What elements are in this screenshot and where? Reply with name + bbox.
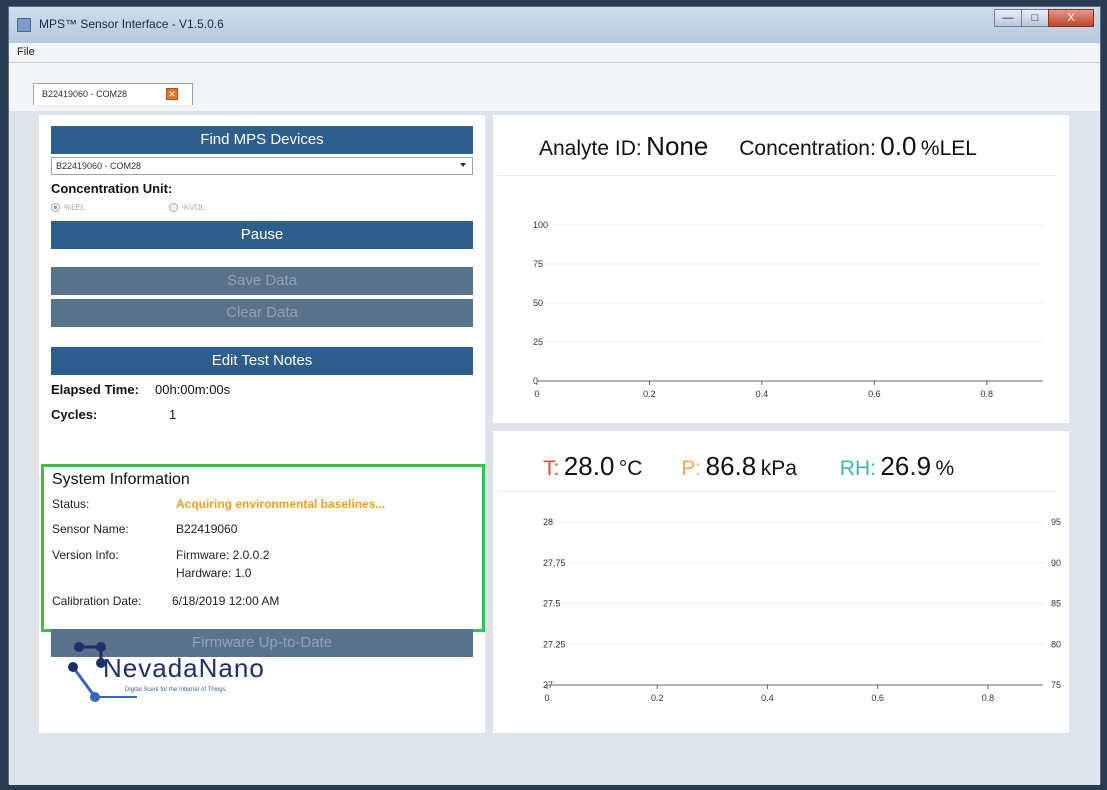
y2-tick-label: 75 [1051, 680, 1061, 690]
device-select-value: B22419060 - COM28 [56, 161, 142, 171]
elapsed-time-value: 00h:00m:00s [155, 382, 231, 397]
radio-lel[interactable] [51, 203, 60, 212]
radio-lel-label: %LEL [64, 203, 86, 212]
y-tick-label: 100 [533, 220, 548, 230]
edit-test-notes-button[interactable]: Edit Test Notes [51, 347, 473, 375]
tab-device[interactable]: B22419060 - COM28 ✕ [33, 83, 193, 105]
radio-vol-label: %VOL [182, 203, 206, 212]
tab-close-icon[interactable]: ✕ [166, 88, 178, 100]
tab-strip: B22419060 - COM28 ✕ [9, 63, 1100, 111]
x-tick-label: 0.4 [756, 389, 769, 399]
status-label: Status: [52, 497, 90, 511]
x-tick-label: 0.8 [981, 389, 994, 399]
device-select[interactable]: B22419060 - COM28 [51, 157, 473, 175]
chevron-down-icon [460, 163, 466, 167]
version-info-label: Version Info: [52, 548, 119, 562]
close-button[interactable]: X [1048, 9, 1094, 27]
tab-label: B22419060 - COM28 [42, 89, 128, 99]
system-information-title: System Information [52, 471, 190, 488]
pause-button[interactable]: Pause [51, 221, 473, 249]
app-icon [17, 18, 31, 32]
x-tick-label: 0.4 [761, 693, 774, 703]
x-tick-label: 0 [544, 693, 549, 703]
x-tick-label: 0.6 [871, 693, 884, 703]
window-title: MPS™ Sensor Interface - V1.5.0.6 [39, 17, 224, 31]
cycles-label: Cycles: [51, 407, 98, 422]
sensor-name-label: Sensor Name: [52, 522, 129, 536]
menu-file[interactable]: File [17, 46, 35, 58]
y-tick-label: 50 [533, 298, 543, 308]
y-tick-label: 25 [533, 337, 543, 347]
menu-bar: File [9, 43, 1100, 63]
y2-tick-label: 90 [1051, 558, 1061, 568]
status-value: Acquiring environmental baselines... [176, 497, 386, 511]
find-devices-button[interactable]: Find MPS Devices [51, 126, 473, 154]
y2-tick-label: 80 [1051, 639, 1061, 649]
nevadanano-logo: NevadaNano Digital Scent for the Interne… [67, 637, 307, 709]
elapsed-time-label: Elapsed Time: [51, 382, 139, 397]
y-tick-label: 27.25 [543, 639, 566, 649]
x-tick-label: 0.2 [651, 693, 664, 703]
control-panel: Find MPS Devices B22419060 - COM28 Conce… [39, 115, 485, 733]
clear-data-button[interactable]: Clear Data [51, 299, 473, 327]
concentration-chart: 02550751000 0.2 0.4 0.6 0.8 [533, 220, 1043, 399]
y-tick-label: 75 [533, 259, 543, 269]
calibration-date-label: Calibration Date: [52, 594, 142, 608]
maximize-button[interactable]: □ [1021, 9, 1049, 27]
sensor-name-value: B22419060 [176, 522, 238, 536]
y-tick-label: 27.75 [543, 558, 566, 568]
y-tick-label: 27.5 [543, 599, 561, 609]
title-bar[interactable]: MPS™ Sensor Interface - V1.5.0.6 — □ X [9, 7, 1100, 43]
concentration-chart-panel: Analyte ID: None Concentration: 0.0 %LEL… [493, 115, 1069, 423]
calibration-date-value: 6/18/2019 12:00 AM [172, 594, 280, 608]
x-tick-label: 0.8 [982, 693, 995, 703]
y2-tick-label: 85 [1051, 599, 1061, 609]
app-window: MPS™ Sensor Interface - V1.5.0.6 — □ X F… [8, 6, 1101, 785]
environment-chart: 2727.2527.527.75280 0.2 0.4 0.6 0.8758085909… [543, 517, 1061, 703]
hardware-version: Hardware: 1.0 [176, 566, 252, 580]
firmware-version: Firmware: 2.0.0.2 [176, 548, 270, 562]
concentration-unit-label: Concentration Unit: [51, 181, 173, 196]
logo-tagline: Digital Scent for the Internet of Things [125, 687, 226, 693]
environment-chart-panel: T: 28.0 °C P: 86.8 kPa RH: 26.9 % 27 27.2… [493, 431, 1069, 733]
y2-tick-label: 95 [1051, 517, 1061, 527]
y-tick-label: 28 [543, 517, 553, 527]
x-tick-label: 0 [534, 389, 539, 399]
logo-wordmark: NevadaNano [103, 653, 265, 683]
radio-vol[interactable] [169, 203, 178, 212]
window-controls: — □ X [994, 9, 1094, 27]
x-tick-label: 0.2 [643, 389, 656, 399]
system-information-box: System Information Status: Acquiring env… [41, 464, 485, 632]
cycles-value: 1 [169, 407, 177, 422]
minimize-button[interactable]: — [994, 9, 1022, 27]
save-data-button[interactable]: Save Data [51, 267, 473, 295]
x-tick-label: 0.6 [868, 389, 881, 399]
main-content: Find MPS Devices B22419060 - COM28 Conce… [9, 111, 1100, 785]
